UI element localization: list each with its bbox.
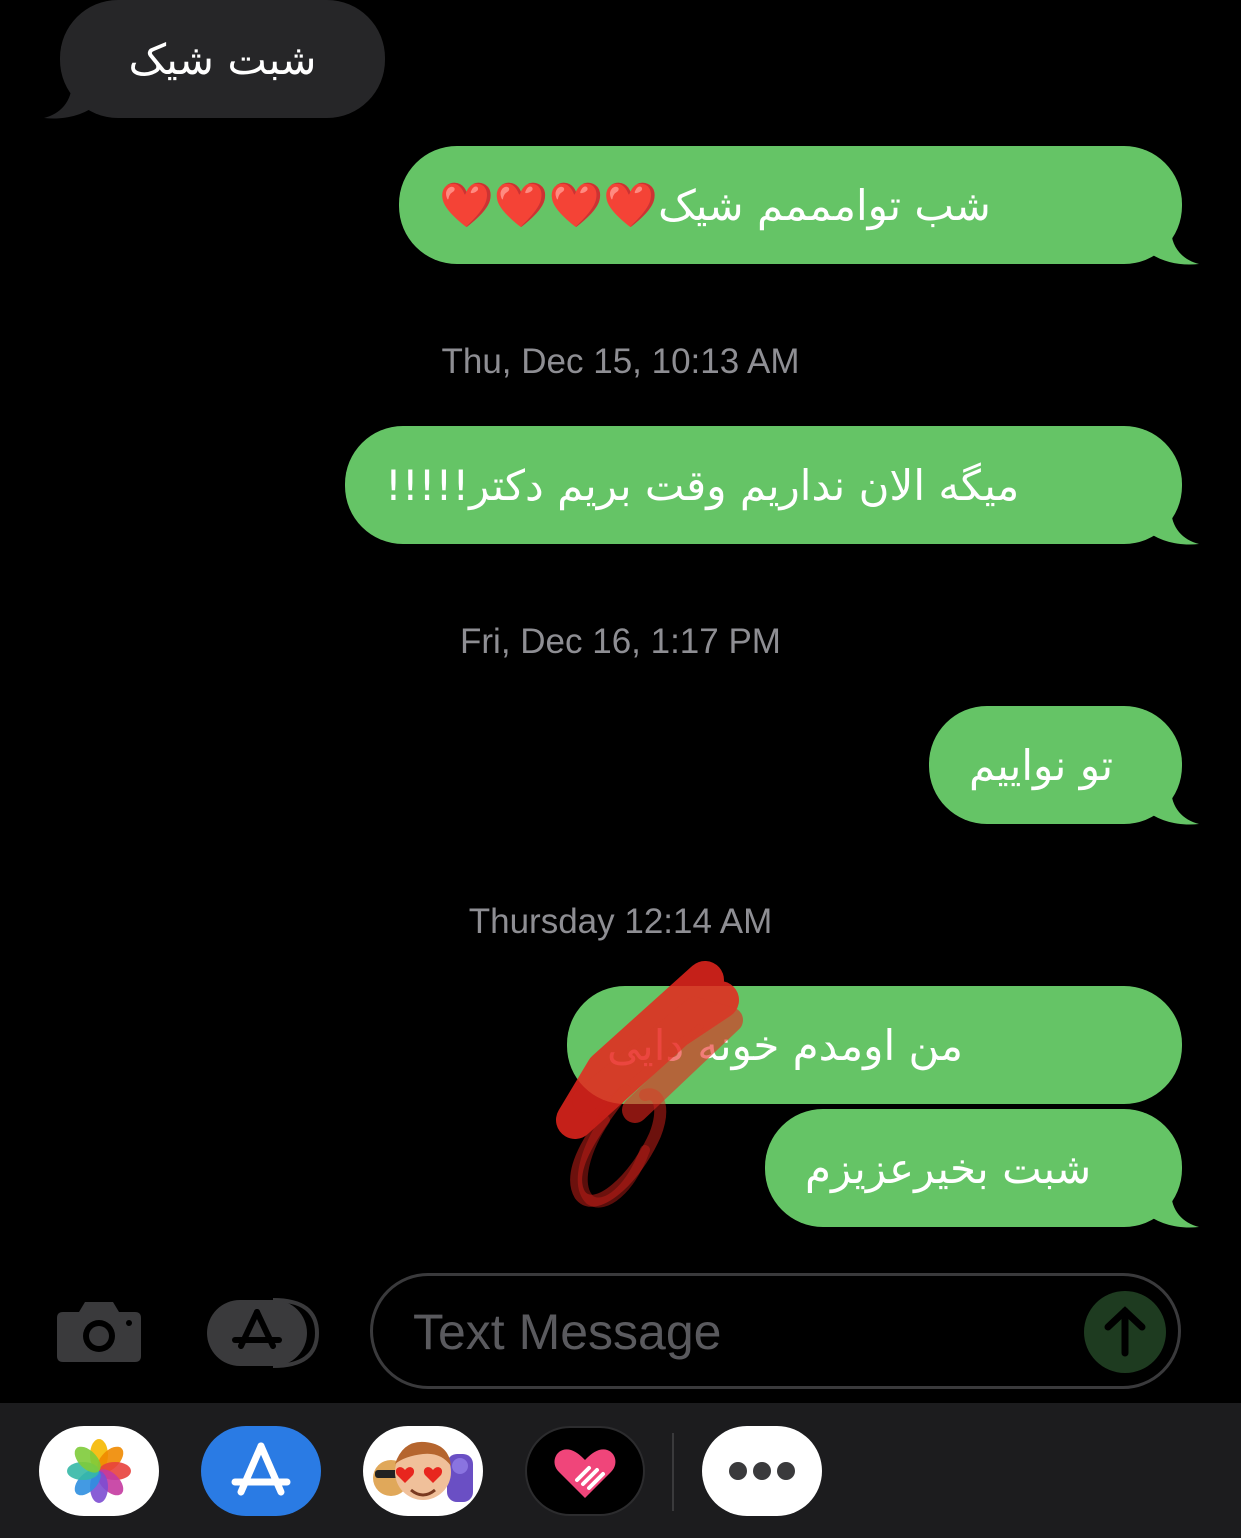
- camera-icon: [57, 1302, 141, 1362]
- apps-button[interactable]: [205, 1298, 320, 1368]
- bubble-tail-sent: [1145, 1191, 1199, 1228]
- app-store-icon: [231, 1442, 291, 1496]
- bubble-tail-received: [44, 82, 98, 119]
- message-composer[interactable]: [370, 1273, 1181, 1389]
- bubble-tail-sent: [1145, 788, 1199, 825]
- app-drawer: [0, 1403, 1241, 1538]
- timestamp: Fri, Dec 16, 1:17 PM: [460, 622, 781, 661]
- photos-icon: [67, 1439, 131, 1503]
- message-sent[interactable]: شب توامممم شیک ❤️❤️❤️❤️: [399, 146, 1182, 264]
- message-text: شب توامممم شیک: [658, 180, 991, 230]
- send-button[interactable]: [1084, 1291, 1166, 1373]
- bubble-tail-sent: [1145, 228, 1199, 265]
- timestamp: Thu, Dec 15, 10:13 AM: [441, 342, 800, 381]
- more-apps-button[interactable]: [702, 1426, 822, 1516]
- message-input[interactable]: [411, 1298, 1055, 1366]
- digital-touch-icon: [554, 1449, 616, 1498]
- hearts-emoji: ❤️❤️❤️❤️: [439, 180, 659, 231]
- message-sent[interactable]: شبت بخیرعزیزم: [765, 1109, 1182, 1227]
- message-text: شبت شیک: [128, 34, 317, 84]
- app-store-icon: [207, 1298, 320, 1368]
- arrow-up-icon: [1104, 1306, 1146, 1357]
- message-sent[interactable]: میگه الان نداریم وقت بریم دکتر!!!!!: [345, 426, 1182, 544]
- camera-button[interactable]: [55, 1298, 143, 1364]
- message-text: میگه الان نداریم وقت بریم دکتر!!!!!: [385, 460, 1020, 510]
- photos-app-button[interactable]: [39, 1426, 159, 1516]
- message-text: من اومدم خونه دایی: [607, 1020, 963, 1070]
- digital-touch-button[interactable]: [525, 1426, 645, 1516]
- more-icon: [729, 1462, 795, 1480]
- memoji-button[interactable]: [363, 1426, 483, 1516]
- message-received[interactable]: شبت شیک: [60, 0, 385, 118]
- message-sent[interactable]: من اومدم خونه دایی: [567, 986, 1182, 1104]
- timestamp: Thursday 12:14 AM: [468, 902, 773, 941]
- bubble-tail-sent: [1145, 508, 1199, 545]
- message-text: شبت بخیرعزیزم: [805, 1143, 1092, 1193]
- memoji-icon: [373, 1441, 473, 1502]
- message-text: تو نواییم: [969, 740, 1114, 790]
- app-store-button[interactable]: [201, 1426, 321, 1516]
- drawer-divider: [672, 1433, 674, 1511]
